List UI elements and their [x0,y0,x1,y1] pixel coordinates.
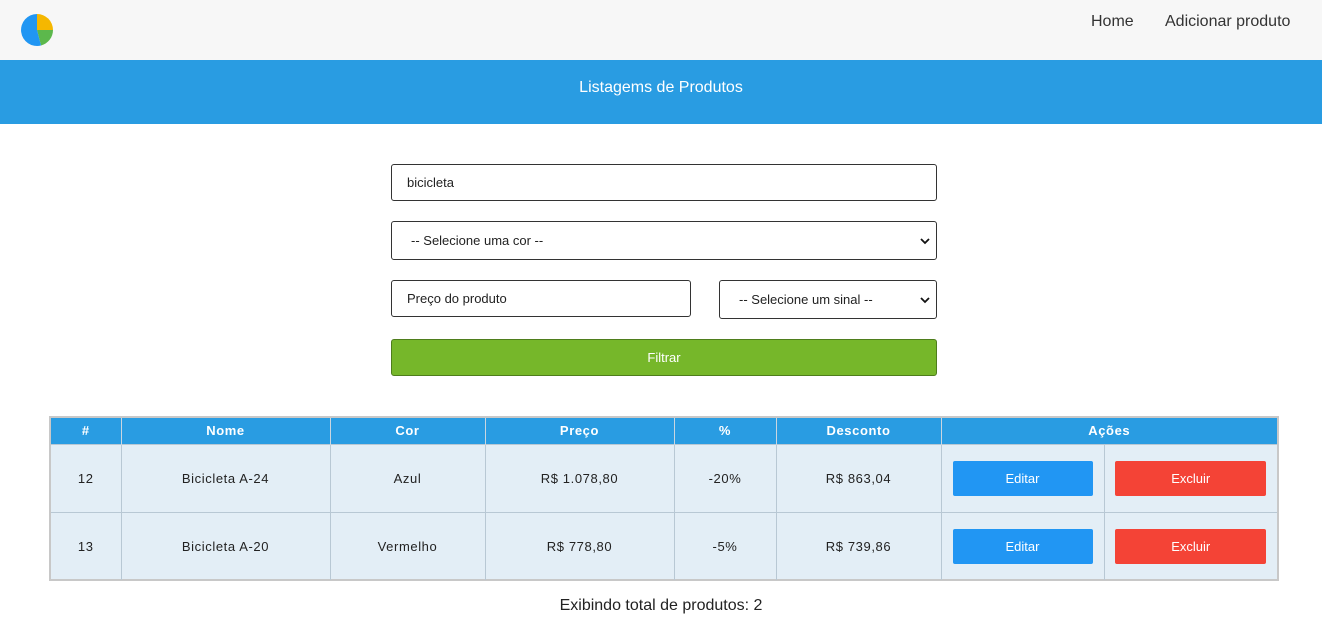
search-input-value: bicicleta [407,175,454,190]
column-header-color: Cor [330,418,486,444]
price-input-placeholder: Preço do produto [407,291,507,306]
sign-select-value: -- Selecione um sinal -- [739,292,873,307]
edit-button[interactable]: Editar [952,528,1093,564]
sign-select[interactable]: -- Selecione um sinal -- [719,280,937,319]
navbar: Home Adicionar produto [0,0,1322,60]
delete-button[interactable]: Excluir [1115,528,1267,564]
search-input[interactable]: bicicleta [391,164,937,201]
products-table: # Nome Cor Preço % Desconto Ações 12 Bic… [49,416,1279,581]
cell-color: Azul [330,443,486,512]
cell-delete: Excluir [1104,443,1277,512]
cell-edit: Editar [941,511,1105,580]
column-header-actions: Ações [941,418,1277,444]
column-header-percent: % [674,418,777,444]
cell-price: R$ 778,80 [485,511,675,580]
cell-percent: -20% [674,443,777,512]
delete-button[interactable]: Excluir [1115,460,1267,496]
cell-discount: R$ 863,04 [776,443,942,512]
filter-button[interactable]: Filtrar [391,339,937,376]
edit-button[interactable]: Editar [952,460,1093,496]
page-title: Listagems de Produtos [579,79,743,96]
page-header: Listagems de Produtos [0,60,1322,124]
cell-percent: -5% [674,511,777,580]
cell-edit: Editar [941,443,1105,512]
price-input[interactable]: Preço do produto [391,280,691,317]
cell-delete: Excluir [1104,511,1277,580]
column-header-discount: Desconto [776,418,942,444]
cell-id: 13 [51,511,122,580]
table-row: 13 Bicicleta A-20 Vermelho R$ 778,80 -5%… [51,511,1277,580]
chevron-down-icon [920,296,930,303]
chevron-down-icon [920,237,930,244]
column-header-price: Preço [485,418,675,444]
color-select[interactable]: -- Selecione uma cor -- [391,221,937,260]
nav-link-home[interactable]: Home [1091,13,1134,31]
cell-id: 12 [51,443,122,512]
total-products-text: Exibindo total de produtos: 2 [559,597,763,614]
color-select-value: -- Selecione uma cor -- [411,233,544,248]
cell-name: Bicicleta A-20 [121,511,331,580]
cell-color: Vermelho [330,511,486,580]
cell-discount: R$ 739,86 [776,511,942,580]
column-header-name: Nome [121,418,331,444]
cell-name: Bicicleta A-24 [121,443,331,512]
column-header-id: # [51,418,122,444]
nav-link-add-product[interactable]: Adicionar produto [1165,13,1290,31]
cell-price: R$ 1.078,80 [485,443,675,512]
table-header-row: # Nome Cor Preço % Desconto Ações [51,418,1277,444]
pie-chart-logo-icon[interactable] [20,13,54,47]
table-row: 12 Bicicleta A-24 Azul R$ 1.078,80 -20% … [51,443,1277,512]
